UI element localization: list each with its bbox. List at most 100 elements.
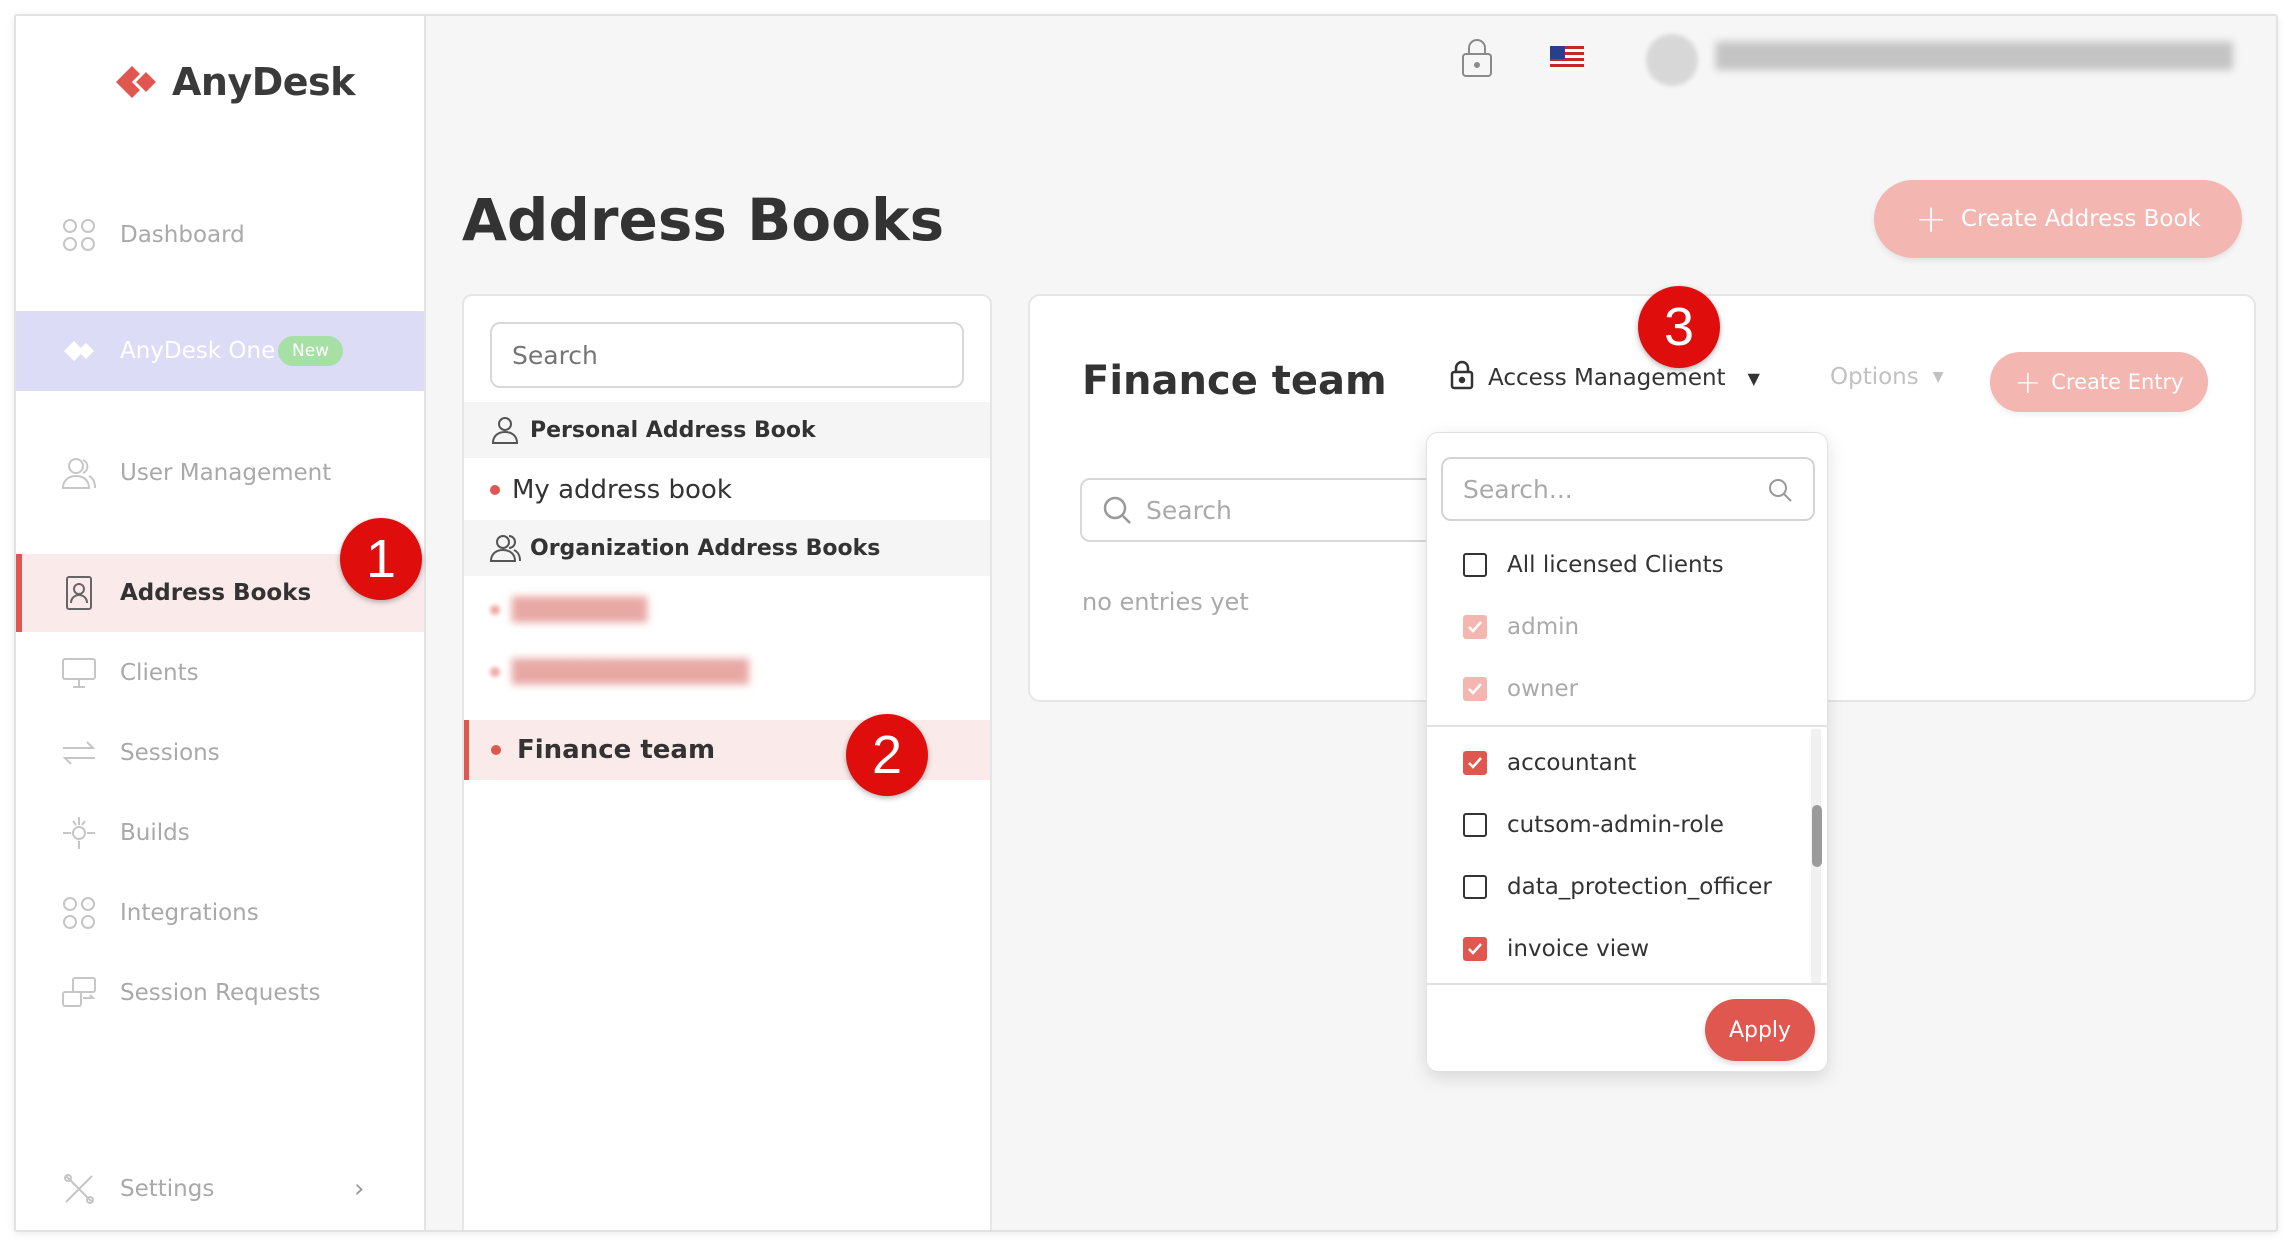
address-book-icon <box>60 574 98 612</box>
option-all-licensed-clients[interactable]: All licensed Clients <box>1463 545 1724 585</box>
option-label: accountant <box>1507 750 1637 776</box>
users-icon <box>489 533 521 563</box>
sessions-icon <box>60 734 98 772</box>
sidebar-item-builds[interactable]: Builds <box>16 794 424 872</box>
checkbox[interactable] <box>1463 813 1487 837</box>
lock-icon[interactable] <box>1460 38 1494 78</box>
access-search-input[interactable]: Search... <box>1441 457 1815 521</box>
sidebar: AnyDesk Dashboard AnyDesk One New User M… <box>16 16 426 1230</box>
option-admin: admin <box>1463 607 1579 647</box>
access-search-placeholder: Search... <box>1463 474 1573 504</box>
address-book-title: Finance team <box>1082 358 1387 404</box>
sidebar-item-session-requests[interactable]: Session Requests <box>16 954 424 1032</box>
options-dropdown[interactable]: Options ▼ <box>1830 364 1944 390</box>
address-book-search-input[interactable] <box>490 322 964 388</box>
scrollbar-thumb[interactable] <box>1812 805 1822 867</box>
page-title: Address Books <box>462 186 945 254</box>
checkbox-checked[interactable] <box>1463 937 1487 961</box>
section-label: Personal Address Book <box>530 417 816 443</box>
callout-marker-1: 1 <box>340 518 422 600</box>
sidebar-item-label: Builds <box>120 820 190 846</box>
callout-marker-2: 2 <box>846 714 928 796</box>
create-address-book-label: Create Address Book <box>1960 206 2201 232</box>
plus-icon: + <box>2014 363 2042 401</box>
empty-state-text: no entries yet <box>1082 588 1249 616</box>
builds-icon <box>60 814 98 852</box>
sidebar-item-label: Settings <box>120 1176 215 1202</box>
checkbox[interactable] <box>1463 875 1487 899</box>
sidebar-item-integrations[interactable]: Integrations <box>16 874 424 952</box>
new-badge: New <box>278 336 344 366</box>
caret-down-icon: ▼ <box>1932 369 1944 385</box>
user-icon <box>490 415 520 445</box>
sidebar-item-user-management[interactable]: User Management <box>16 434 424 512</box>
monitor-icon <box>60 654 98 692</box>
users-icon <box>60 454 98 492</box>
bullet-dot <box>490 485 500 495</box>
sidebar-item-label: User Management <box>120 460 332 486</box>
access-management-label: Access Management <box>1488 365 1726 391</box>
sidebar-item-sessions[interactable]: Sessions <box>16 714 424 792</box>
caret-down-icon: ▼ <box>1747 368 1760 388</box>
create-entry-label: Create Entry <box>2051 370 2184 394</box>
session-requests-icon <box>60 974 98 1012</box>
sidebar-item-label: Dashboard <box>120 222 245 248</box>
plus-icon: + <box>1915 197 1947 241</box>
settings-icon <box>60 1170 98 1208</box>
option-invoice-view[interactable]: invoice view <box>1463 929 1649 969</box>
options-label: Options <box>1830 364 1919 390</box>
sidebar-item-label: Session Requests <box>120 980 321 1006</box>
entry-search-placeholder: Search <box>1146 495 1232 525</box>
option-owner: owner <box>1463 669 1578 709</box>
chevron-right-icon: › <box>354 1174 365 1204</box>
integrations-icon <box>60 894 98 932</box>
option-label: owner <box>1507 676 1579 702</box>
anydesk-logo[interactable]: AnyDesk <box>112 60 355 104</box>
checkbox[interactable] <box>1463 553 1487 577</box>
sidebar-item-settings[interactable]: Settings › <box>16 1150 424 1228</box>
sidebar-item-label: Address Books <box>120 580 312 606</box>
option-accountant[interactable]: accountant <box>1463 743 1636 783</box>
divider <box>1427 725 1827 727</box>
option-label: cutsom-admin-role <box>1507 812 1724 838</box>
sidebar-item-anydesk-one[interactable]: AnyDesk One New <box>16 311 424 391</box>
checkbox-checked-disabled <box>1463 615 1487 639</box>
list-item-label: Finance team <box>517 735 716 765</box>
list-item-redacted[interactable]: ████████ <box>464 580 990 640</box>
lock-icon <box>1450 360 1474 396</box>
organization-address-books-header: Organization Address Books <box>464 520 990 576</box>
bullet-dot <box>491 745 501 755</box>
sidebar-item-clients[interactable]: Clients <box>16 634 424 712</box>
brand-name: AnyDesk <box>172 60 355 104</box>
option-label: All licensed Clients <box>1507 552 1724 578</box>
callout-marker-3: 3 <box>1638 286 1720 368</box>
option-label: invoice view <box>1507 936 1650 962</box>
access-management-dropdown[interactable]: Access Management ▼ <box>1450 360 1760 396</box>
personal-address-book-header: Personal Address Book <box>464 402 990 458</box>
create-entry-button[interactable]: + Create Entry <box>1990 352 2208 412</box>
option-label: admin <box>1507 614 1580 640</box>
list-item-redacted[interactable]: ██████████████ <box>464 642 990 702</box>
bullet-dot <box>490 667 500 677</box>
list-item-my-address-book[interactable]: My address book <box>464 460 990 520</box>
option-custom-admin-role[interactable]: cutsom-admin-role <box>1463 805 1724 845</box>
anydesk-one-icon <box>60 332 98 370</box>
sidebar-item-label: Sessions <box>120 740 220 766</box>
sidebar-item-dashboard[interactable]: Dashboard <box>16 196 424 274</box>
option-label: data_protection_officer <box>1507 874 1772 900</box>
checkbox-checked-disabled <box>1463 677 1487 701</box>
avatar[interactable] <box>1646 34 1698 86</box>
anydesk-logo-icon <box>112 62 164 102</box>
us-flag-icon[interactable] <box>1550 46 1584 70</box>
option-data-protection-officer[interactable]: data_protection_officer <box>1463 867 1772 907</box>
user-email-redacted[interactable]: ████████████████████████████ <box>1716 42 2233 70</box>
list-item-label: My address book <box>512 475 732 505</box>
bullet-dot <box>490 605 500 615</box>
search-icon <box>1769 479 1792 502</box>
list-item-label-redacted: ██████████████ <box>512 659 749 685</box>
apply-button[interactable]: Apply <box>1705 999 1815 1061</box>
app-window: AnyDesk Dashboard AnyDesk One New User M… <box>14 14 2278 1232</box>
sidebar-item-label: AnyDesk One <box>120 338 276 364</box>
checkbox-checked[interactable] <box>1463 751 1487 775</box>
create-address-book-button[interactable]: + Create Address Book <box>1874 180 2242 258</box>
